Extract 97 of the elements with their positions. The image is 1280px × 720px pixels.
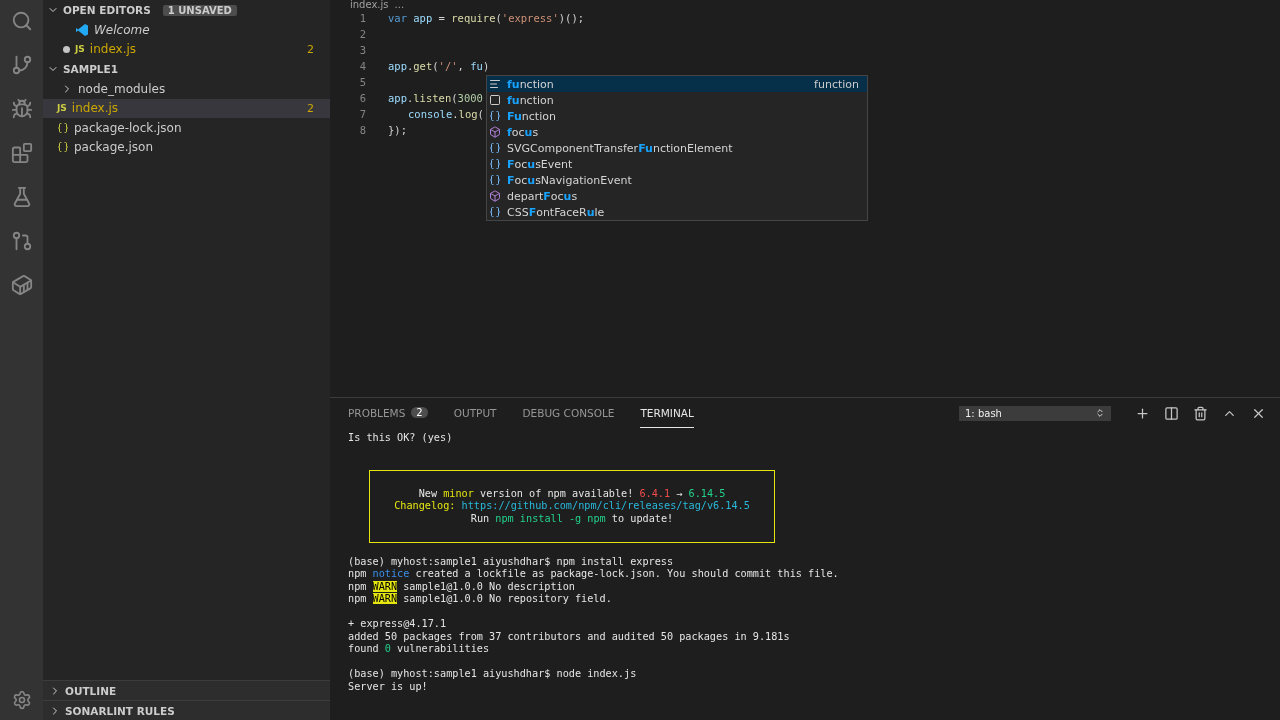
code-line: app.get('/', fu) bbox=[388, 60, 490, 72]
file-tree-item[interactable]: package-lock.json bbox=[43, 118, 330, 138]
extensions-icon[interactable] bbox=[10, 142, 33, 164]
cube-icon bbox=[489, 190, 501, 202]
tab-label: DEBUG CONSOLE bbox=[522, 406, 615, 419]
terminal-line: New minor version of npm available! 6.4.1 → 6.14.5 bbox=[418, 487, 726, 499]
line-number: 7 bbox=[358, 108, 366, 120]
js-file-icon: JS bbox=[57, 103, 67, 114]
terminal-line: + express@4.17.1 bbox=[348, 618, 447, 629]
suggestion-item[interactable]: focus bbox=[487, 124, 867, 140]
split-icon[interactable] bbox=[1164, 405, 1179, 421]
terminal-line: Server is up! bbox=[348, 680, 428, 692]
section-title: OUTLINE bbox=[65, 684, 117, 697]
variable-icon bbox=[489, 110, 501, 122]
braces-icon bbox=[57, 121, 69, 134]
terminal-line: (base) myhost:sample1 aiyushdhar$ node index.js bbox=[348, 668, 637, 679]
unsaved-badge: 1 UNSAVED bbox=[162, 4, 237, 16]
section-header[interactable]: SONARLINT RULES bbox=[43, 700, 330, 720]
suggestion-label: CSSFontFaceRule bbox=[507, 205, 605, 219]
line-number: 4 bbox=[358, 60, 366, 72]
breadcrumb-item[interactable]: ... bbox=[394, 0, 405, 10]
terminal-line: found 0 vulnerabilities bbox=[348, 643, 490, 654]
tab-label: PROBLEMS bbox=[348, 406, 406, 419]
tab-label: OUTPUT bbox=[453, 406, 497, 419]
js-file-icon: JS bbox=[75, 44, 85, 55]
suggestion-label: focus bbox=[507, 125, 539, 139]
suggestion-label: FocusEvent bbox=[507, 157, 573, 171]
suggestion-label: Function bbox=[507, 109, 556, 123]
panel-tab[interactable]: OUTPUT bbox=[453, 398, 497, 428]
section-header[interactable]: SAMPLE1 bbox=[43, 59, 330, 79]
suggestion-item[interactable]: SVGComponentTransferFunctionElement bbox=[487, 140, 867, 156]
terminal-line: Is this OK? (yes) bbox=[348, 432, 453, 443]
panel-tab[interactable]: DEBUG CONSOLE bbox=[522, 398, 615, 428]
updown-caret-icon bbox=[1095, 408, 1105, 418]
suggestion-item[interactable]: FocusEvent bbox=[487, 156, 867, 172]
section-title: SONARLINT RULES bbox=[65, 704, 175, 717]
problem-count: 2 bbox=[307, 101, 314, 115]
keyword-icon bbox=[489, 78, 501, 90]
code-line: console.log( bbox=[408, 108, 484, 120]
open-editor-item[interactable]: JS index.js 2 bbox=[43, 39, 330, 59]
terminal-line: Changelog: https://github.com/npm/cli/releases/tag/v6.14.5 bbox=[394, 500, 750, 511]
trash-icon[interactable] bbox=[1193, 405, 1208, 421]
suggestion-item[interactable]: function bbox=[487, 92, 867, 108]
line-number: 1 bbox=[358, 12, 366, 24]
line-number: 5 bbox=[358, 76, 366, 88]
suggestion-label: FocusNavigationEvent bbox=[507, 173, 632, 187]
terminal-select[interactable]: 1: bash bbox=[959, 405, 1111, 421]
braces-icon bbox=[57, 141, 69, 154]
variable-icon bbox=[489, 158, 501, 170]
snippet-icon bbox=[489, 94, 501, 106]
panel-tab[interactable]: PROBLEMS 2 bbox=[348, 398, 428, 428]
tab-label: TERMINAL bbox=[640, 406, 694, 419]
debug-icon[interactable] bbox=[10, 98, 33, 120]
file-tree-item[interactable]: package.json bbox=[43, 137, 330, 157]
suggestion-detail: function bbox=[814, 77, 859, 91]
panel-tab[interactable]: TERMINAL bbox=[640, 398, 694, 428]
suggestion-label: function bbox=[507, 93, 554, 107]
open-editor-item[interactable]: Welcome bbox=[43, 20, 330, 40]
line-number: 2 bbox=[358, 28, 366, 40]
section-header[interactable]: OUTLINE bbox=[43, 680, 330, 700]
line-number: 8 bbox=[358, 124, 366, 136]
suggestion-label: departFocus bbox=[507, 189, 578, 203]
terminal-line: Run npm install -g npm to update! bbox=[470, 512, 674, 524]
suggestion-item[interactable]: departFocus bbox=[487, 188, 867, 204]
terminal-line: npm notice created a lockfile as package-lock.json. You should commit this file. bbox=[348, 568, 839, 579]
section-title: OPEN EDITORS bbox=[63, 4, 151, 16]
plus-icon[interactable] bbox=[1135, 405, 1150, 421]
file-tree-item[interactable]: node_modules bbox=[43, 79, 330, 99]
suggestion-item[interactable]: Function bbox=[487, 108, 867, 124]
breadcrumb-item[interactable]: index.js bbox=[350, 0, 389, 10]
problem-count-badge: 2 bbox=[411, 407, 428, 418]
suggestion-label: function bbox=[507, 77, 554, 91]
code-line: }); bbox=[388, 124, 407, 136]
terminal-line: (base) myhost:sample1 aiyushdhar$ npm install express bbox=[348, 555, 674, 567]
variable-icon bbox=[489, 174, 501, 186]
suggestion-item[interactable]: function function bbox=[487, 76, 867, 92]
suggestion-item[interactable]: FocusNavigationEvent bbox=[487, 172, 867, 188]
pull-request-icon[interactable] bbox=[10, 230, 33, 252]
problem-count: 2 bbox=[307, 42, 314, 56]
terminal-line: added 50 packages from 37 contributors and audited 50 packages in 9.181s bbox=[348, 630, 790, 642]
variable-icon bbox=[489, 206, 501, 218]
section-header[interactable]: OPEN EDITORS 1 UNSAVED bbox=[43, 0, 330, 20]
suggestion-label: SVGComponentTransferFunctionElement bbox=[507, 141, 733, 155]
line-number: 6 bbox=[358, 92, 366, 104]
search-icon[interactable] bbox=[10, 10, 33, 32]
code-line: app.listen(3000 bbox=[388, 92, 483, 104]
source-control-icon[interactable] bbox=[10, 54, 33, 76]
vscode-logo-icon bbox=[75, 22, 89, 37]
suggestion-item[interactable]: CSSFontFaceRule bbox=[487, 204, 867, 220]
section-title: SAMPLE1 bbox=[63, 63, 118, 75]
file-tree-item[interactable]: JS index.js 2 bbox=[43, 98, 330, 118]
settings-icon[interactable] bbox=[11, 690, 32, 710]
container-icon[interactable] bbox=[10, 274, 33, 296]
variable-icon bbox=[489, 142, 501, 154]
code-line: var app = require('express')(); bbox=[388, 12, 585, 24]
line-number: 3 bbox=[358, 44, 366, 56]
cube-icon bbox=[489, 126, 501, 138]
